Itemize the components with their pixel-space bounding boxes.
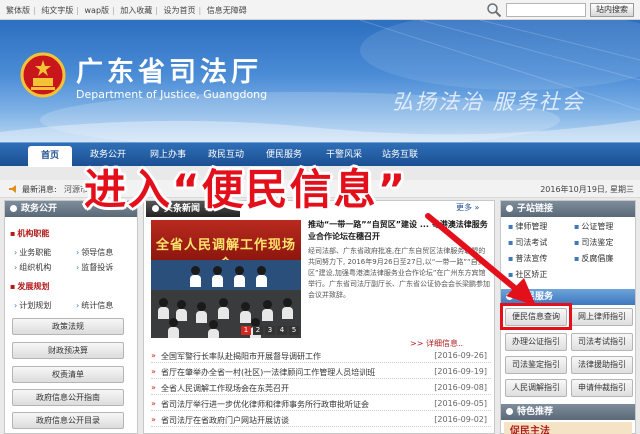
site-title: 广东省司法厅: [76, 57, 262, 88]
link-leadership[interactable]: 领导信息: [76, 247, 113, 258]
news-title[interactable]: 省司法厅在省政府门户网站开展访谈: [161, 415, 289, 426]
site-subtitle: Department of Justice, Guangdong: [76, 88, 268, 101]
news-row[interactable]: » 省司法厅举行进一步优化律师和律师事务所行政审批听证会 [2016-09-05…: [151, 397, 491, 411]
highlight-box: [500, 303, 572, 330]
link-business-functions[interactable]: 业务职能: [14, 247, 51, 258]
utility-links: 繁体版 | 纯文字版 | wap版 | 加入收藏 | 设为首页 | 信息无障碍: [6, 6, 247, 15]
pager-4[interactable]: 4: [277, 326, 287, 335]
news-row[interactable]: » 省司法厅在省政府门户网站开展访谈 [2016-09-02]: [151, 413, 491, 427]
pager-1[interactable]: 1: [241, 326, 251, 335]
ticker-label: 最新消息:: [22, 185, 57, 194]
news-date: [2016-09-26]: [434, 351, 487, 360]
link-organization[interactable]: 组织机构: [14, 262, 51, 273]
national-emblem-icon: [20, 52, 66, 98]
news-row[interactable]: » 全省人民调解工作现场会在东莞召开 [2016-09-08]: [151, 381, 491, 395]
photo-pager: 1 2 3 4 5: [241, 326, 299, 335]
lawyer-guide-button[interactable]: 网上律师指引: [571, 308, 633, 326]
link-text-only[interactable]: 纯文字版: [41, 6, 73, 15]
overlay-instruction-text: 进入“便民信息”: [84, 165, 408, 214]
news-row[interactable]: » 全国军警行长率队赴揭阳市开展督导调研工作 [2016-09-26]: [151, 349, 491, 363]
search-icon: [487, 3, 502, 18]
judicial-exam-guide-button[interactable]: 司法考试指引: [571, 333, 633, 351]
policy-regulations-button[interactable]: 政策法规: [12, 318, 124, 335]
pager-3[interactable]: 3: [265, 326, 275, 335]
news-title[interactable]: 全国军警行长率队赴揭阳市开展督导调研工作: [161, 351, 321, 362]
link-anti-corruption[interactable]: 反腐倡廉: [574, 253, 613, 264]
link-community-correction[interactable]: 社区矫正: [508, 269, 547, 280]
legal-aid-guide-button[interactable]: 法律援助指引: [571, 356, 633, 374]
disclosure-catalog-button[interactable]: 政府信息公开目录: [12, 412, 124, 429]
news-date: [2016-09-08]: [434, 383, 487, 392]
featured-header: 特色推荐: [501, 404, 635, 420]
sub-sites-header: 子站链接: [501, 201, 635, 217]
news-title[interactable]: 省司法厅举行进一步优化律师和律师事务所行政审批听证会: [161, 399, 369, 410]
news-date: [2016-09-05]: [434, 399, 487, 408]
news-title[interactable]: 全省人民调解工作现场会在东莞召开: [161, 383, 289, 394]
section-title-functions[interactable]: 机构职能: [10, 228, 49, 239]
promo-text: 促民主法: [510, 426, 550, 434]
link-traditional[interactable]: 繁体版: [6, 6, 30, 15]
search-input[interactable]: [506, 3, 586, 17]
section-title-planning[interactable]: 发展规划: [10, 281, 49, 292]
more-news-link[interactable]: 更多 »: [456, 202, 479, 213]
arbitration-guide-button[interactable]: 申请仲裁指引: [571, 379, 633, 397]
link-accessibility[interactable]: 信息无障碍: [207, 6, 247, 15]
budget-button[interactable]: 财政预决算: [12, 342, 124, 359]
link-legal-publicity[interactable]: 普法宣传: [508, 253, 547, 264]
news-row[interactable]: » 省厅在肇举办全省一村(社区)一法律顾问工作管理人员培训班 [2016-09-…: [151, 365, 491, 379]
detail-link[interactable]: >> 详细信息..: [410, 338, 463, 349]
appraisal-guide-button[interactable]: 司法鉴定指引: [505, 356, 567, 374]
link-statistics[interactable]: 统计信息: [76, 300, 113, 311]
link-notary-management[interactable]: 公证管理: [574, 221, 613, 232]
link-judicial-exam[interactable]: 司法考试: [508, 237, 547, 248]
link-lawyer-management[interactable]: 律师管理: [508, 221, 547, 232]
search-button[interactable]: 站内搜索: [590, 3, 634, 17]
news-photo[interactable]: 全省人民调解工作现场会: [151, 220, 301, 338]
site-banner: 广东省司法厅 Department of Justice, Guangdong …: [0, 20, 640, 142]
megaphone-icon: [9, 185, 16, 193]
link-add-favorite[interactable]: 加入收藏: [120, 6, 152, 15]
notary-guide-button[interactable]: 办理公证指引: [505, 333, 567, 351]
link-wap[interactable]: wap版: [85, 6, 110, 15]
headline-title[interactable]: 推动“一带一路”“自贸区”建设 ... 粤港澳法律服务业合作论坛在穗召开: [308, 219, 492, 243]
pager-2[interactable]: 2: [253, 326, 263, 335]
responsibility-list-button[interactable]: 权责清单: [12, 366, 124, 383]
headline-summary: 经司法部、广东省政府批准,在广东自贸区法律服务联盟的共同努力下, 2016年9月…: [308, 247, 490, 299]
banner-slogan: 弘扬法治 服务社会: [392, 90, 585, 114]
disclosure-guide-button[interactable]: 政府信息公开指南: [12, 389, 124, 406]
news-date: [2016-09-02]: [434, 415, 487, 424]
link-supervision[interactable]: 监督投诉: [76, 262, 113, 273]
nav-home[interactable]: 首页: [28, 146, 72, 167]
link-set-homepage[interactable]: 设为首页: [164, 6, 196, 15]
link-judicial-appraisal[interactable]: 司法鉴定: [574, 237, 613, 248]
mediation-guide-button[interactable]: 人民调解指引: [505, 379, 567, 397]
link-plans[interactable]: 计划规划: [14, 300, 51, 311]
current-date: 2016年10月19日, 星期三: [540, 185, 634, 194]
top-utility-bar: 繁体版 | 纯文字版 | wap版 | 加入收藏 | 设为首页 | 信息无障碍 站内搜索: [0, 0, 640, 20]
news-title[interactable]: 省厅在肇举办全省一村(社区)一法律顾问工作管理人员培训班: [161, 367, 375, 378]
pager-5[interactable]: 5: [289, 326, 299, 335]
news-date: [2016-09-19]: [434, 367, 487, 376]
